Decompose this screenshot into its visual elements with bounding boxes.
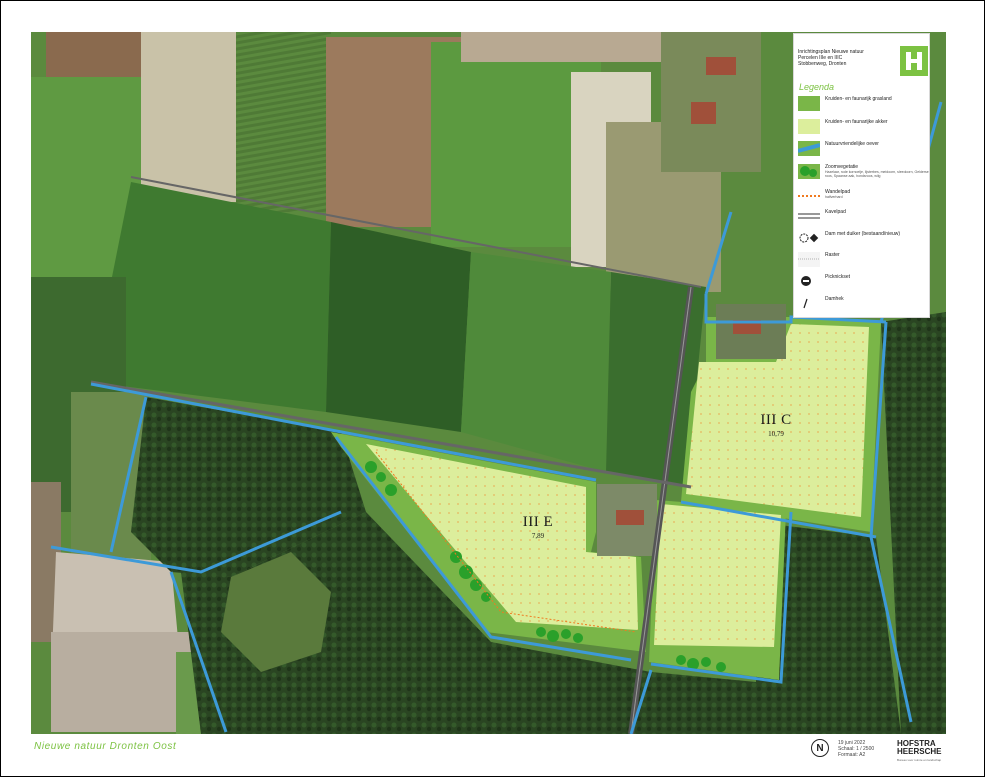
legend-heading: Legenda <box>799 82 835 92</box>
legend-item-grassland: Kruiden- en faunarijk grasland <box>798 96 930 114</box>
legend-label: Zoomvegetatie Hazelaar, rode kornoelje, … <box>825 164 929 178</box>
logo-h-icon <box>906 52 922 70</box>
field <box>141 32 236 202</box>
building <box>616 510 644 525</box>
parcel-iiic-label: III C 10,79 <box>746 412 806 438</box>
gate-icon <box>803 298 808 309</box>
zoom-swatch-icon <box>798 164 820 179</box>
dam-swatch-icon <box>799 233 819 243</box>
path-swatch-icon <box>798 195 820 197</box>
legend-item-dam: Dam met duiker (bestaand/nieuw) <box>798 231 930 249</box>
field <box>236 32 331 212</box>
legend-item-picnic: Picknickset <box>798 274 930 292</box>
company-logo <box>900 46 928 76</box>
akker-swatch-icon <box>798 119 820 134</box>
field <box>46 32 146 77</box>
brand-tagline: Bureau voor ruimte en landschap <box>897 758 942 762</box>
legend-item-wandelpad: Wandelpad halfverhard <box>798 189 930 207</box>
legend-label: Raster <box>825 252 840 258</box>
field <box>326 222 471 432</box>
picnic-table-icon <box>801 276 811 286</box>
legend-item-gate: Damhek <box>798 296 930 314</box>
legend-item-raster: Raster <box>798 252 930 270</box>
grassland-swatch-icon <box>798 96 820 111</box>
oever-swatch-icon <box>798 141 820 156</box>
legend-panel: Inrichtingsplan Nieuwe natuur Percelen I… <box>793 33 930 318</box>
map-metadata: 19 juni 2022 Schaal: 1 / 2500 Formaat: A… <box>838 740 874 758</box>
parcel-name: III E <box>522 514 554 530</box>
legend-label: Damhek <box>825 296 844 302</box>
legend-label: Wandelpad halfverhard <box>825 189 929 199</box>
legend-title: Inrichtingsplan Nieuwe natuur Percelen I… <box>798 49 898 67</box>
legend-item-zoom: Zoomvegetatie Hazelaar, rode kornoelje, … <box>798 164 930 182</box>
map-title: Nieuwe natuur Dronten Oost <box>34 741 177 752</box>
legend-item-oever: Natuurvriendelijke oever <box>798 141 930 159</box>
parcel-name: III C <box>760 412 792 428</box>
legend-label: Natuurvriendelijke oever <box>825 141 879 147</box>
legend-label: Kruiden- en faunarijke akker <box>825 119 888 125</box>
meta-format: Formaat: A2 <box>838 752 866 758</box>
legend-label-sub: Hazelaar, rode kornoelje, lijsterbes, me… <box>825 170 929 178</box>
parcel-iiie-label: III E 7,89 <box>508 514 568 540</box>
legend-item-akker: Kruiden- en faunarijke akker <box>798 119 930 137</box>
raster-swatch-icon <box>798 252 820 267</box>
legend-title-line: Stobbenweg, Dronten <box>798 61 847 67</box>
legend-item-kavelpad: Kavelpad <box>798 209 930 227</box>
legend-label-sub: halfverhard <box>825 195 843 199</box>
building <box>691 102 716 124</box>
north-arrow-icon: N <box>811 739 829 757</box>
parcel-area: 10,79 <box>768 430 784 438</box>
parcel-south-akker[interactable] <box>654 504 781 647</box>
brand-line: HEERSCHE <box>897 747 942 756</box>
field <box>51 632 191 732</box>
legend-label: Dam met duiker (bestaand/nieuw) <box>825 231 901 237</box>
field <box>91 182 331 412</box>
building <box>706 57 736 75</box>
forest <box>641 672 756 734</box>
legend-label: Kavelpad <box>825 209 846 215</box>
parcel-area: 7,89 <box>531 532 545 540</box>
legend-label: Picknickset <box>825 274 851 280</box>
legend-label: Kruiden- en faunarijk grasland <box>825 96 892 102</box>
brand-logo: HOFSTRA HEERSCHE <box>897 740 941 756</box>
kavelpad-swatch-icon <box>798 213 820 219</box>
